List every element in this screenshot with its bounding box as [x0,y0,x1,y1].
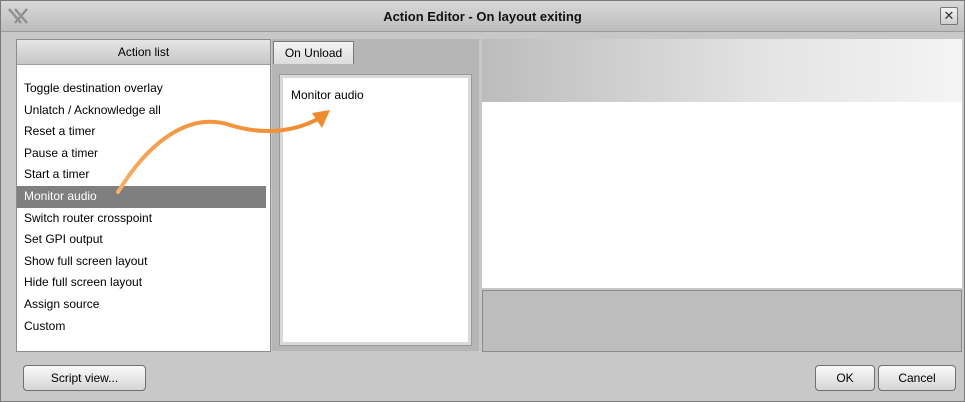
action-item-show-full-screen-layout[interactable]: Show full screen layout [17,251,270,273]
ok-button[interactable]: OK [815,365,875,391]
action-item-unlatch-acknowledge-all[interactable]: Unlatch / Acknowledge all [17,100,270,122]
action-item-toggle-destination-overlay[interactable]: Toggle destination overlay [17,78,270,100]
action-item-reset-timer[interactable]: Reset a timer [17,121,270,143]
cancel-button[interactable]: Cancel [878,365,956,391]
properties-body [482,102,962,288]
event-action-list: Monitor audio [279,74,472,346]
action-item-set-gpi-output[interactable]: Set GPI output [17,229,270,251]
properties-footer [482,290,962,352]
action-list: Toggle destination overlay Unlatch / Ack… [17,78,270,337]
script-view-button[interactable]: Script view... [23,365,146,391]
action-editor-window: Action Editor - On layout exiting ✕ Acti… [0,0,965,402]
window-title: Action Editor - On layout exiting [383,9,582,24]
properties-panel [482,39,962,352]
action-list-panel: Action list Toggle destination overlay U… [16,39,271,352]
action-item-pause-timer[interactable]: Pause a timer [17,143,270,165]
event-action-item[interactable]: Monitor audio [291,88,364,102]
action-item-monitor-audio[interactable]: Monitor audio [17,185,266,208]
close-icon[interactable]: ✕ [940,7,958,25]
tab-on-unload[interactable]: On Unload [273,41,354,64]
action-item-assign-source[interactable]: Assign source [17,294,270,316]
event-actions-panel: On Unload Monitor audio [272,39,479,351]
action-item-custom[interactable]: Custom [17,316,270,338]
title-bar: Action Editor - On layout exiting ✕ [1,1,964,32]
action-item-start-timer[interactable]: Start a timer [17,164,270,186]
properties-header [482,39,962,102]
action-item-hide-full-screen-layout[interactable]: Hide full screen layout [17,272,270,294]
action-list-header: Action list [17,40,270,65]
action-item-switch-router-crosspoint[interactable]: Switch router crosspoint [17,208,270,230]
